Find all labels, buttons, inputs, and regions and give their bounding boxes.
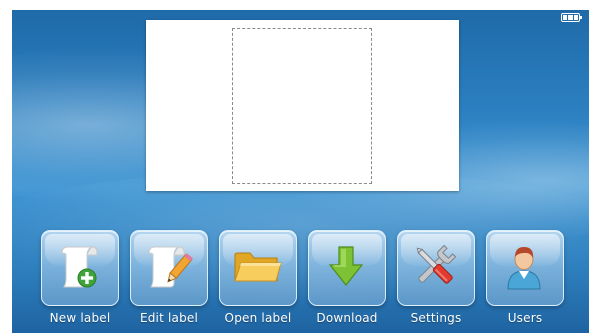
edit-label-icon (148, 246, 193, 288)
open-label-button[interactable]: Open label (218, 230, 298, 330)
folder-icon (234, 252, 282, 282)
open-label-caption: Open label (224, 311, 292, 325)
download-caption: Download (316, 311, 378, 325)
new-label-button[interactable]: New label (40, 230, 120, 330)
new-label-icon (61, 246, 98, 288)
battery-icon (561, 13, 582, 22)
main-toolbar: New label Edit label Open label Download… (40, 230, 570, 330)
edit-label-caption: Edit label (139, 311, 199, 325)
download-button[interactable]: Download (307, 230, 387, 330)
new-label-caption: New label (49, 311, 111, 325)
edit-label-button[interactable]: Edit label (129, 230, 209, 330)
user-icon (507, 247, 541, 290)
download-arrow-icon (328, 246, 364, 286)
device-screen: New label Edit label Open label Download… (12, 10, 589, 333)
tools-icon (416, 244, 457, 284)
users-button[interactable]: Users (485, 230, 565, 330)
label-preview-canvas[interactable] (146, 20, 459, 191)
label-boundary (232, 28, 372, 184)
users-caption: Users (507, 311, 543, 325)
settings-caption: Settings (410, 311, 462, 325)
settings-button[interactable]: Settings (396, 230, 476, 330)
